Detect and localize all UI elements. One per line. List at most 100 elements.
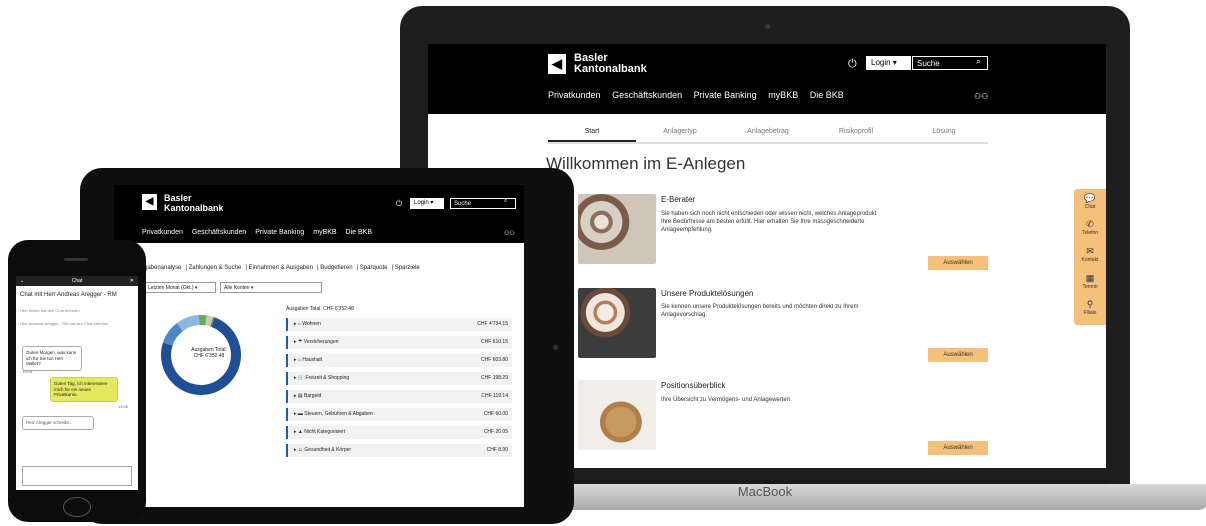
phone-home-button[interactable] [63, 497, 91, 517]
side-chat[interactable]: 💬 Chat [1074, 193, 1106, 210]
nav-privatkunden[interactable]: Privatkunden [142, 229, 183, 236]
chevron-down-icon: ▾ [194, 285, 198, 291]
expense-row-value: CHF 610.15 [481, 339, 508, 345]
subnav-ausgabenanalyse[interactable]: gabenanalyse [144, 265, 181, 271]
period-select-value: Letzten Monat (Okt.) [148, 285, 194, 291]
accounts-select-value: Alle Konten [224, 285, 250, 291]
nav-private-banking[interactable]: Private Banking [694, 90, 757, 100]
nav-privatkunden[interactable]: Privatkunden [548, 90, 601, 100]
tablet-header: ◀ Basler Kantonalbank ⏻ Login ▾ Suche ⌕ … [114, 185, 524, 243]
site-header: ◀ Basler Kantonalbank ⏻ Login ▾ Suche ⌕ … [428, 44, 1106, 114]
expense-row[interactable]: ▸ ☺ Gesundheit & Körper CHF 8.90 [286, 444, 512, 457]
category-icon: ☂ [297, 339, 303, 345]
accessibility-icon[interactable]: ⚇⚇ [504, 230, 515, 237]
cookies-image [578, 380, 656, 450]
expense-row[interactable]: ▸ ☂ Versicherungen CHF 610.15 [286, 336, 512, 349]
nav-geschaeftskunden[interactable]: Geschäftskunden [192, 229, 246, 236]
power-icon[interactable]: ⏻ [848, 58, 857, 71]
nav-mybkb[interactable]: myBKB [313, 229, 336, 236]
expense-row-label: ▸ ⌂ Wohnen [294, 321, 321, 327]
chat-message-input[interactable] [22, 466, 132, 486]
tab-loesung[interactable]: Lösung [900, 128, 988, 135]
nav-die-bkb[interactable]: Die BKB [810, 90, 844, 100]
side-chat-label: Chat [1084, 204, 1096, 210]
expense-row[interactable]: ▸ ⌂ Wohnen CHF 4'734.15 [286, 318, 512, 331]
expense-row-value: CHF 20.05 [483, 429, 508, 435]
search-icon[interactable]: ⌕ [976, 57, 980, 67]
chat-time-2: 13:06 [118, 404, 129, 409]
phone-speaker [64, 258, 88, 261]
accessibility-icon[interactable]: ⚇⚇ [974, 92, 988, 101]
login-button[interactable]: Login ▾ [410, 198, 444, 209]
bank-logo-icon[interactable]: ◀ [548, 54, 566, 74]
subnav-zahlungen[interactable]: Zahlungen & Suche [189, 265, 242, 271]
accounts-select[interactable]: Alle Konten ▾ [220, 282, 322, 293]
close-icon[interactable]: ✕ [130, 276, 134, 286]
calendar-icon: ▦ [1085, 273, 1095, 283]
chat-title: Chat mit Herr Andreas Aregger - RM [20, 292, 117, 298]
auswaehlen-button-positionsueberblick[interactable]: Auswählen [928, 441, 988, 455]
expense-row-value: CHF 60.00 [483, 411, 508, 417]
subnav-einnahmen[interactable]: Einnahmen & Ausgaben [249, 265, 313, 271]
expenses-total: Ausgaben Total: CHF 6'352.48 [286, 306, 354, 312]
nav-mybkb[interactable]: myBKB [768, 90, 798, 100]
location-pin-icon: ⚲ [1086, 299, 1094, 309]
brand-line2: Kantonalbank [574, 63, 647, 75]
phone-icon: ✆ [1086, 219, 1094, 229]
nav-die-bkb[interactable]: Die BKB [346, 229, 372, 236]
period-select[interactable]: Letzten Monat (Okt.) ▾ [144, 282, 216, 293]
expense-row-label: ▸ ☂ Versicherungen [294, 339, 339, 345]
brand-line1: Basler [164, 193, 192, 203]
cupcakes-image [578, 288, 656, 358]
expense-row[interactable]: ▸ ▬ Steuern, Gebühren & Abgaben CHF 60.00 [286, 408, 512, 421]
power-icon[interactable]: ⏻ [396, 199, 402, 209]
phone-screen: ⌄ Chat ✕ Chat mit Herr Andreas Aregger -… [16, 276, 138, 490]
side-termin[interactable]: ▦ Termin [1074, 273, 1106, 290]
chat-message-user: Guten Tag, ich interessiere mich für ein… [50, 377, 118, 402]
side-telefon-label: Telefon [1081, 230, 1099, 236]
card-title-e-berater: E-Berater [661, 195, 696, 204]
main-nav: Privatkunden Geschäftskunden Private Ban… [548, 90, 853, 100]
category-icon: ▤ [297, 393, 303, 399]
category-icon: ☺ [297, 447, 304, 453]
expense-row[interactable]: ▸ ⌂ Haushalt CHF 603.80 [286, 354, 512, 367]
expense-row-label: ▸ ▤ Bargeld [294, 393, 322, 399]
subnav-sparquote[interactable]: Sparquote [360, 265, 388, 271]
card-text-positionsueberblick: Ihre Übersicht zu Vermögens- und Anlagew… [661, 397, 792, 403]
tablet-home-sensor [553, 345, 558, 350]
tab-anlagertyp[interactable]: Anlagertyp [636, 128, 724, 135]
side-filiale-label: Filiale [1083, 310, 1097, 316]
expense-row-value: CHF 4'734.15 [477, 321, 508, 327]
card-title-positionsueberblick: Positionsüberblick [661, 381, 726, 390]
chat-system-msg-1: Herr Müller hat den Chat betreten [20, 308, 80, 313]
tab-start[interactable]: Start [548, 128, 636, 142]
subnav-budgetieren[interactable]: Budgetieren [320, 265, 352, 271]
side-telefon[interactable]: ✆ Telefon [1074, 219, 1106, 236]
bank-logo-icon[interactable]: ◀ [142, 194, 157, 210]
expense-row-value: CHF 198.29 [481, 375, 508, 381]
auswaehlen-button-produktloesungen[interactable]: Auswählen [928, 348, 988, 362]
expense-row-label: ▸ ⌂ Haushalt [294, 357, 323, 363]
subnav-sparziele[interactable]: Sparziele [395, 265, 420, 271]
auswaehlen-button-e-berater[interactable]: Auswählen [928, 256, 988, 270]
nav-private-banking[interactable]: Private Banking [255, 229, 304, 236]
expense-row[interactable]: ▸ ▲ Nicht Kategorisiert CHF 20.05 [286, 426, 512, 439]
chat-system-msg-2: Herr Andreas Aregger - RM hat den Chat b… [20, 321, 109, 326]
card-text-e-berater: Sie haben sich noch nicht entschieden od… [661, 211, 877, 233]
laptop-camera [765, 24, 770, 29]
nav-geschaeftskunden[interactable]: Geschäftskunden [612, 90, 682, 100]
expense-row[interactable]: ▸ ▤ Bargeld CHF 119.14 [286, 390, 512, 403]
login-button[interactable]: Login ▾ [866, 56, 911, 70]
tab-anlagebetrag[interactable]: Anlagebetrag [724, 128, 812, 135]
expense-row-label: ▸ ☺ Gesundheit & Körper [294, 447, 352, 453]
category-icon: ▲ [297, 429, 303, 435]
category-icon: 🛒 [297, 375, 305, 381]
expense-row[interactable]: ▸ 🛒 Freizeit & Shopping CHF 198.29 [286, 372, 512, 385]
side-kontakt[interactable]: ✉ Kontakt [1074, 246, 1106, 263]
expense-row-label: ▸ 🛒 Freizeit & Shopping [294, 375, 350, 381]
expense-row-value: CHF 8.90 [486, 447, 508, 453]
search-icon[interactable]: ⌕ [504, 198, 507, 205]
side-filiale[interactable]: ⚲ Filiale [1074, 299, 1106, 316]
expense-row-value: CHF 119.14 [481, 393, 508, 399]
tab-risikoprofil[interactable]: Risikoprofil [812, 128, 900, 135]
